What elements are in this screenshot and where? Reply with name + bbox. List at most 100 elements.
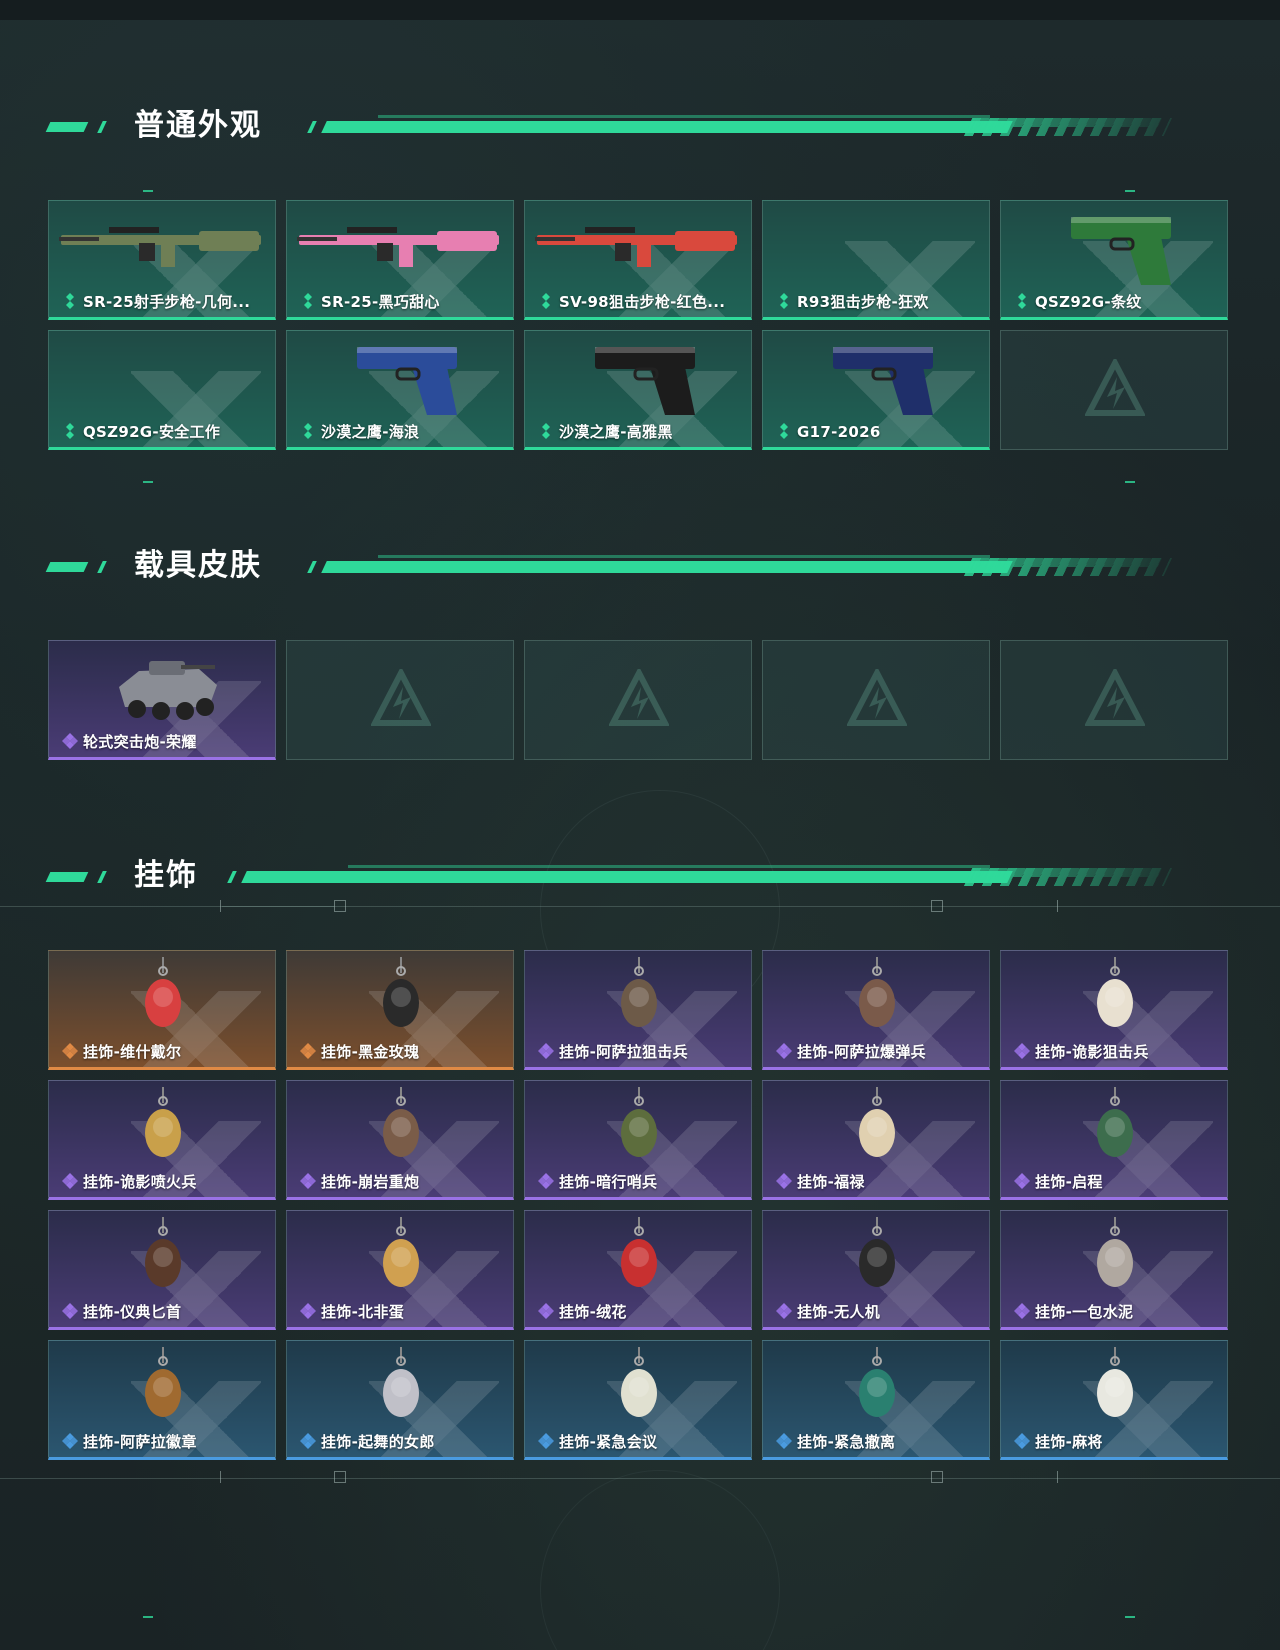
- header-line-slash: [307, 121, 317, 133]
- skin-card[interactable]: QSZ92G-安全工作: [48, 330, 276, 450]
- skin-label: 沙漠之鹰-高雅黑: [559, 423, 673, 441]
- rarity-icon: [1013, 1172, 1031, 1190]
- skin-label: 挂饰-绒花: [559, 1303, 627, 1321]
- skin-card[interactable]: 挂饰-无人机: [762, 1210, 990, 1330]
- rarity-icon: [299, 1042, 317, 1060]
- decor-tick: [1057, 1471, 1058, 1483]
- skin-grid-charm: 挂饰-维什戴尔 挂饰-黑金玫瑰 挂饰-阿萨拉狙击兵 挂饰-阿萨拉爆弹兵 挂饰-诡影狙击兵…: [48, 950, 1232, 1460]
- decor-dash: [1125, 1616, 1135, 1618]
- armored-vehicle-icon: [49, 647, 275, 729]
- rarity-icon: [537, 292, 555, 310]
- skin-grid-appearance: SR-25射手步枪-几何... SR-25-黑巧甜心 SV-98狙击步枪-红色...…: [48, 200, 1232, 450]
- pistol-black-icon: [525, 337, 751, 419]
- section-header-vehicle: 载具皮肤: [45, 546, 1200, 586]
- charm-icon: [1001, 957, 1227, 1039]
- charm-icon: [287, 1217, 513, 1299]
- rarity-icon: [61, 422, 79, 440]
- skin-card[interactable]: 挂饰-一包水泥: [1000, 1210, 1228, 1330]
- header-line: [241, 871, 1013, 883]
- rarity-icon: [299, 1302, 317, 1320]
- top-band: [0, 0, 1280, 20]
- pistol-green-icon: [1001, 207, 1227, 289]
- charm-icon: [287, 1087, 513, 1169]
- empty-slot: [1000, 330, 1228, 450]
- decor-dash: [1125, 190, 1135, 192]
- header-line: [321, 561, 1013, 573]
- decor-tick: [220, 1471, 221, 1483]
- skin-card[interactable]: 挂饰-阿萨拉徽章: [48, 1340, 276, 1460]
- skin-label: 挂饰-维什戴尔: [83, 1043, 182, 1061]
- pistol-navy-icon: [763, 337, 989, 419]
- skin-label: 挂饰-阿萨拉爆弹兵: [797, 1043, 926, 1061]
- charm-icon: [1001, 1347, 1227, 1429]
- rarity-icon: [775, 1172, 793, 1190]
- decor-line: [222, 906, 334, 907]
- skin-card[interactable]: 挂饰-启程: [1000, 1080, 1228, 1200]
- rarity-icon: [299, 292, 317, 310]
- charm-icon: [525, 1217, 751, 1299]
- section-title: 普通外观: [134, 108, 262, 143]
- header-line-thin: [348, 865, 990, 868]
- decor-dash: [143, 1616, 153, 1618]
- rarity-icon: [537, 422, 555, 440]
- skin-card[interactable]: 挂饰-麻将: [1000, 1340, 1228, 1460]
- rarity-icon: [299, 1432, 317, 1450]
- skin-card[interactable]: 挂饰-暗行哨兵: [524, 1080, 752, 1200]
- skin-card[interactable]: 挂饰-紧急会议: [524, 1340, 752, 1460]
- charm-icon: [287, 1347, 513, 1429]
- skin-card[interactable]: QSZ92G-条纹: [1000, 200, 1228, 320]
- header-line-slash: [307, 561, 317, 573]
- header-accent-bar: [45, 872, 89, 882]
- rarity-icon: [537, 1432, 555, 1450]
- skin-card[interactable]: 沙漠之鹰-海浪: [286, 330, 514, 450]
- charm-icon: [525, 1087, 751, 1169]
- empty-slot: [286, 640, 514, 760]
- decor-dash: [143, 481, 153, 483]
- pistol-blue-icon: [287, 337, 513, 419]
- skin-card[interactable]: SR-25射手步枪-几何...: [48, 200, 276, 320]
- skin-card[interactable]: 挂饰-维什戴尔: [48, 950, 276, 1070]
- decor-dash: [1125, 481, 1135, 483]
- skin-card[interactable]: 挂饰-紧急撤离: [762, 1340, 990, 1460]
- skin-card[interactable]: R93狙击步枪-狂欢: [762, 200, 990, 320]
- skin-card[interactable]: 挂饰-北非蛋: [286, 1210, 514, 1330]
- skin-label: 挂饰-紧急会议: [559, 1433, 658, 1451]
- skin-card[interactable]: SR-25-黑巧甜心: [286, 200, 514, 320]
- section-header-charm: 挂饰: [45, 856, 1200, 896]
- skin-card[interactable]: 挂饰-福禄: [762, 1080, 990, 1200]
- empty-slot: [762, 640, 990, 760]
- skin-label: 挂饰-启程: [1035, 1173, 1103, 1191]
- decor-square: [334, 1471, 346, 1483]
- decor-tick: [1057, 900, 1058, 912]
- skin-label: 挂饰-崩岩重炮: [321, 1173, 420, 1191]
- skin-label: 轮式突击炮-荣耀: [83, 733, 197, 751]
- skin-card[interactable]: 挂饰-黑金玫瑰: [286, 950, 514, 1070]
- skin-card[interactable]: 挂饰-绒花: [524, 1210, 752, 1330]
- rarity-icon: [537, 1172, 555, 1190]
- skin-card[interactable]: 挂饰-阿萨拉爆弹兵: [762, 950, 990, 1070]
- skin-card[interactable]: 挂饰-起舞的女郎: [286, 1340, 514, 1460]
- header-line-thin: [378, 115, 990, 118]
- skin-card[interactable]: SV-98狙击步枪-红色...: [524, 200, 752, 320]
- decor-line: [0, 906, 1280, 907]
- skin-card[interactable]: 轮式突击炮-荣耀: [48, 640, 276, 760]
- skin-card[interactable]: 挂饰-诡影狙击兵: [1000, 950, 1228, 1070]
- rarity-icon: [537, 1042, 555, 1060]
- skin-card[interactable]: G17-2026: [762, 330, 990, 450]
- header-line-slash: [227, 871, 237, 883]
- skin-card[interactable]: 挂饰-崩岩重炮: [286, 1080, 514, 1200]
- rarity-icon: [61, 1302, 79, 1320]
- skin-card[interactable]: 挂饰-诡影喷火兵: [48, 1080, 276, 1200]
- rarity-icon: [61, 1432, 79, 1450]
- skin-card[interactable]: 沙漠之鹰-高雅黑: [524, 330, 752, 450]
- skin-card[interactable]: 挂饰-仪典匕首: [48, 1210, 276, 1330]
- decor-square: [931, 900, 943, 912]
- skin-card[interactable]: 挂饰-阿萨拉狙击兵: [524, 950, 752, 1070]
- charm-icon: [1001, 1087, 1227, 1169]
- page: 普通外观 SR-25射手步枪-几何... SR-25-黑巧甜心 SV-98狙击步枪-…: [0, 0, 1280, 1650]
- decor-line: [0, 1478, 1280, 1479]
- skin-label: 挂饰-起舞的女郎: [321, 1433, 435, 1451]
- header-accent-bar: [45, 122, 89, 132]
- logo-watermark-icon: [1084, 356, 1146, 419]
- skin-label: 挂饰-诡影狙击兵: [1035, 1043, 1149, 1061]
